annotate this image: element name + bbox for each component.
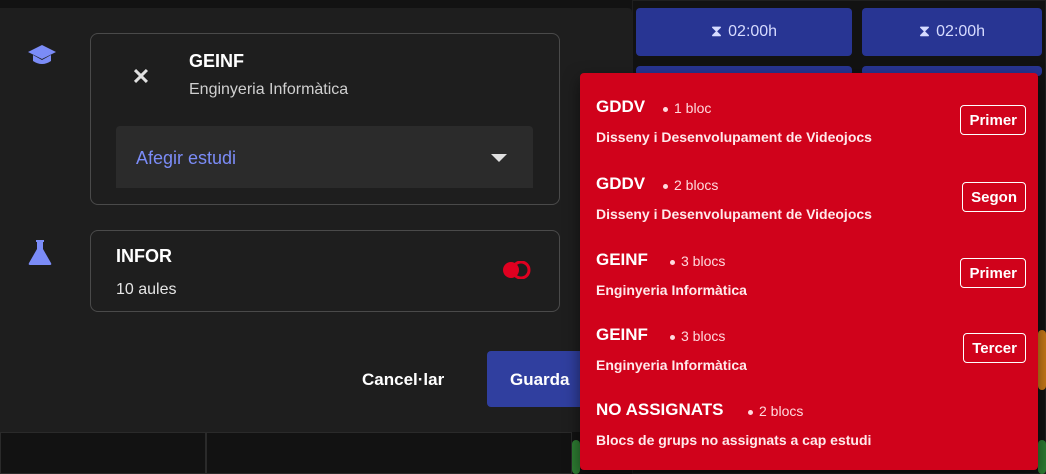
menu-item-code: GDDV — [596, 97, 646, 116]
menu-item[interactable]: GDDV 1 bloc Disseny i Desenvolupament de… — [596, 97, 1026, 165]
menu-item-chip[interactable]: Primer — [960, 258, 1026, 288]
menu-item-code: GDDV — [596, 174, 646, 193]
menu-item-desc: Enginyeria Informàtica — [596, 357, 747, 373]
dot-icon — [670, 259, 675, 265]
dot-icon — [663, 106, 668, 112]
menu-item[interactable]: GDDV 2 blocs Disseny i Desenvolupament d… — [596, 174, 1026, 242]
add-study-label: Afegir estudi — [136, 148, 237, 168]
menu-item-desc: Blocs de grups no assignats a cap estudi — [596, 432, 872, 448]
menu-item-chip[interactable]: Primer — [960, 105, 1026, 135]
menu-item-chip[interactable]: Segon — [962, 182, 1026, 212]
flask-icon — [22, 234, 58, 270]
menu-item-desc: Disseny i Desenvolupament de Videojocs — [596, 206, 872, 222]
remove-study-button[interactable]: ✕ — [126, 62, 156, 92]
menu-item-chip[interactable]: Tercer — [963, 333, 1026, 363]
schedule-card[interactable]: ⧗ 02:00h — [862, 8, 1042, 56]
save-button-label: Guarda — [510, 370, 570, 389]
menu-item-count: 2 blocs — [748, 403, 803, 419]
schedule-card[interactable] — [1038, 440, 1046, 474]
menu-item-count: 2 blocs — [663, 177, 718, 193]
card-time: 02:00h — [728, 23, 778, 40]
menu-item-count: 3 blocs — [670, 253, 725, 269]
study-name: Enginyeria Informàtica — [189, 81, 349, 98]
hourglass-icon: ⧗ — [918, 23, 931, 40]
grid-cell — [206, 432, 572, 474]
menu-item-desc: Disseny i Desenvolupament de Videojocs — [596, 129, 872, 145]
dot-icon — [748, 409, 753, 415]
dot-icon — [670, 334, 675, 340]
schedule-card[interactable] — [1038, 330, 1046, 390]
room-color-icon[interactable] — [500, 260, 534, 280]
menu-item-code: GEINF — [596, 250, 648, 269]
menu-item-desc: Enginyeria Informàtica — [596, 282, 747, 298]
menu-item-code: NO ASSIGNATS — [596, 400, 724, 419]
hourglass-icon: ⧗ — [710, 23, 723, 40]
room-count: 10 aules — [116, 281, 177, 298]
caret-down-icon — [491, 154, 507, 162]
schedule-card[interactable] — [572, 440, 580, 474]
schedule-card[interactable]: ⧗ 02:00h — [636, 8, 852, 56]
menu-item-count: 1 bloc — [663, 100, 711, 116]
rooms-box[interactable] — [90, 230, 560, 312]
add-study-select[interactable]: Afegir estudi — [116, 126, 533, 188]
study-code: GEINF — [189, 51, 245, 71]
menu-item[interactable]: GEINF 3 blocs Enginyeria Informàtica Pri… — [596, 250, 1026, 318]
menu-item[interactable]: NO ASSIGNATS 2 blocs Blocs de grups no a… — [596, 400, 1026, 468]
menu-item[interactable]: GEINF 3 blocs Enginyeria Informàtica Ter… — [596, 325, 1026, 393]
grid-cell — [0, 432, 206, 474]
study-menu: GDDV 1 bloc Disseny i Desenvolupament de… — [580, 73, 1038, 470]
dot-icon — [663, 183, 668, 189]
cancel-button[interactable]: Cancel·lar — [362, 370, 444, 390]
menu-item-count: 3 blocs — [670, 328, 725, 344]
menu-item-code: GEINF — [596, 325, 648, 344]
graduation-cap-icon — [24, 38, 60, 74]
card-time: 02:00h — [936, 23, 986, 40]
room-group-code: INFOR — [116, 246, 172, 266]
